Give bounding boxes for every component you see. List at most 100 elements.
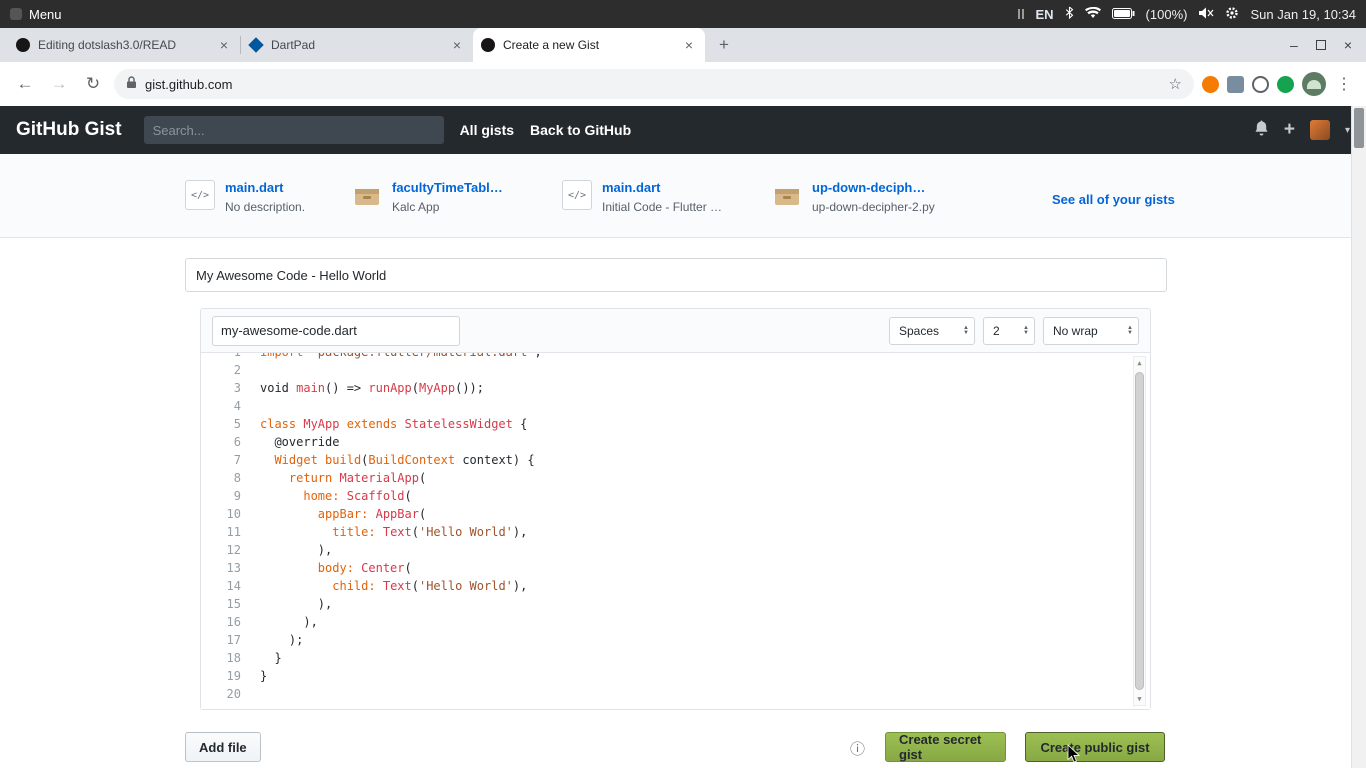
code-line: 12 ), — [226, 543, 333, 557]
gist-card: </> main.dart Initial Code - Flutter … — [562, 180, 722, 214]
indent-mode-select[interactable]: Spaces ▲ ▼ — [889, 316, 975, 345]
forward-button[interactable]: → — [46, 74, 72, 94]
file-panel: Spaces ▲▼ 2 ▲▼ No wrap ▲▼ 1import 'packa… — [200, 308, 1151, 710]
window-minimize-button[interactable]: – — [1290, 37, 1298, 53]
code-line: 2 — [233, 363, 241, 377]
code-line: 20 — [226, 687, 241, 701]
editor-scrollbar[interactable]: ▲ ▼ — [1133, 356, 1146, 706]
recent-gists-strip: </> main.dart No description. facultyTim… — [0, 154, 1366, 238]
volume-muted-icon[interactable] — [1198, 7, 1214, 22]
system-menu[interactable]: Menu — [29, 7, 62, 22]
chevron-down-icon[interactable]: ▾ — [1345, 125, 1350, 136]
gist-search-input[interactable] — [143, 116, 444, 144]
tab-close-icon[interactable]: × — [216, 37, 232, 53]
tab-editing-readme[interactable]: Editing dotslash3.0/READ × — [8, 28, 240, 62]
url-text: gist.github.com — [145, 76, 233, 92]
battery-percentage: (100%) — [1145, 6, 1188, 22]
window-maximize-button[interactable] — [1315, 40, 1326, 50]
archive-file-icon — [772, 180, 802, 215]
system-bar: Menu EN (100%) Sun Jan 19, 10:34 — [0, 0, 1366, 28]
github-favicon — [481, 38, 495, 52]
scroll-up-icon[interactable]: ▲ — [1134, 359, 1145, 367]
file-panel-header: Spaces ▲▼ 2 ▲▼ No wrap ▲▼ — [201, 309, 1150, 353]
window-close-button[interactable]: × — [1344, 37, 1352, 53]
tab-create-gist[interactable]: Create a new Gist × — [473, 28, 705, 62]
code-line: 1import 'package:flutter/material.dart'; — [201, 353, 1128, 361]
filename-input[interactable] — [212, 315, 460, 346]
nav-all-gists[interactable]: All gists — [460, 122, 514, 138]
archive-file-icon — [352, 180, 382, 215]
wifi-icon[interactable] — [1084, 6, 1101, 22]
code-line: 11 title: Text('Hello World'), — [226, 525, 528, 539]
code-line: 16 ), — [226, 615, 318, 629]
user-avatar[interactable] — [1309, 120, 1330, 140]
scroll-down-icon[interactable]: ▼ — [1134, 695, 1145, 703]
tab-dartpad[interactable]: DartPad × — [241, 28, 473, 62]
browser-profile-avatar[interactable] — [1302, 72, 1326, 96]
bookmark-star-icon[interactable]: ☆ — [1169, 75, 1182, 93]
battery-icon[interactable] — [1111, 7, 1135, 22]
extension-icon[interactable] — [1252, 75, 1269, 93]
gist-card: </> main.dart No description. — [185, 180, 305, 214]
code-line: 18 } — [226, 651, 282, 665]
nav-back-to-github[interactable]: Back to GitHub — [530, 122, 631, 138]
page-scrollbar-thumb[interactable] — [1354, 108, 1364, 148]
code-line: 15 ), — [226, 597, 333, 611]
create-secret-gist-button[interactable]: Create secret gist — [885, 732, 1006, 762]
lock-icon — [126, 76, 137, 92]
new-tab-button[interactable]: + — [711, 32, 737, 58]
app-menu-icon — [10, 8, 22, 20]
code-line: 13 body: Center( — [226, 561, 412, 575]
editor-scrollbar-thumb[interactable] — [1135, 372, 1144, 690]
code-file-icon: </> — [185, 180, 215, 210]
dartpad-favicon — [248, 37, 264, 53]
wrap-mode-select[interactable]: No wrap ▲ ▼ — [1043, 316, 1139, 345]
code-line: 4 — [233, 399, 241, 413]
extension-icon[interactable] — [1277, 75, 1294, 93]
mouse-cursor — [1067, 744, 1081, 768]
see-all-gists-link[interactable]: See all of your gists — [1052, 192, 1175, 207]
gist-link[interactable]: main.dart — [602, 180, 722, 195]
code-file-icon: </> — [562, 180, 592, 210]
gear-icon[interactable] — [1225, 6, 1239, 23]
language-indicator[interactable]: EN — [1035, 7, 1053, 22]
info-icon[interactable]: ⓘ — [850, 738, 865, 759]
code-line: 6 @override — [233, 435, 340, 449]
code-line: 7 Widget build(BuildContext context) { — [233, 453, 535, 467]
back-button[interactable]: ← — [12, 74, 38, 94]
github-gist-header: GitHub Gist All gists Back to GitHub + ▾ — [0, 106, 1366, 154]
extension-icon[interactable] — [1202, 75, 1219, 93]
page-scrollbar[interactable] — [1351, 106, 1366, 768]
gist-link[interactable]: up-down-deciph… — [812, 180, 935, 195]
code-editor[interactable]: 1import 'package:flutter/material.dart';… — [201, 353, 1150, 709]
address-bar: ← → ↻ gist.github.com ☆ ⋮ — [0, 62, 1366, 106]
github-favicon — [16, 38, 30, 52]
url-bar[interactable]: gist.github.com ☆ — [114, 69, 1194, 99]
code-line: 5 class MyApp extends StatelessWidget { — [233, 417, 528, 431]
gist-link[interactable]: facultyTimeTabl… — [392, 180, 503, 195]
indent-size-select[interactable]: 2 ▲ ▼ — [983, 316, 1035, 345]
gist-card: facultyTimeTabl… Kalc App — [352, 180, 503, 215]
code-line: 17 ); — [226, 633, 304, 647]
notifications-bell-icon[interactable] — [1254, 120, 1269, 141]
code-line: 14 child: Text('Hello World'), — [226, 579, 528, 593]
add-file-button[interactable]: Add file — [185, 732, 261, 762]
clock[interactable]: Sun Jan 19, 10:34 — [1250, 7, 1356, 22]
bluetooth-icon[interactable] — [1065, 6, 1074, 22]
gist-description-input[interactable] — [185, 258, 1167, 292]
github-gist-logo[interactable]: GitHub Gist — [16, 119, 122, 141]
code-lines: 1import 'package:flutter/material.dart';… — [201, 353, 1128, 703]
new-gist-plus-icon[interactable]: + — [1284, 119, 1295, 141]
tab-close-icon[interactable]: × — [449, 37, 465, 53]
create-public-gist-button[interactable]: Create public gist — [1025, 732, 1165, 762]
tab-close-icon[interactable]: × — [681, 37, 697, 53]
tab-strip: Editing dotslash3.0/READ × DartPad × Cre… — [0, 28, 1366, 62]
gist-link[interactable]: main.dart — [225, 180, 305, 195]
code-line: 9 home: Scaffold( — [233, 489, 412, 503]
extension-icon[interactable] — [1227, 75, 1244, 93]
browser-menu-icon[interactable]: ⋮ — [1334, 74, 1354, 94]
code-line: 19} — [226, 669, 268, 683]
keyboard-indicator-icon[interactable] — [1018, 9, 1025, 19]
reload-button[interactable]: ↻ — [80, 74, 106, 94]
gist-card: up-down-deciph… up-down-decipher-2.py — [772, 180, 935, 215]
